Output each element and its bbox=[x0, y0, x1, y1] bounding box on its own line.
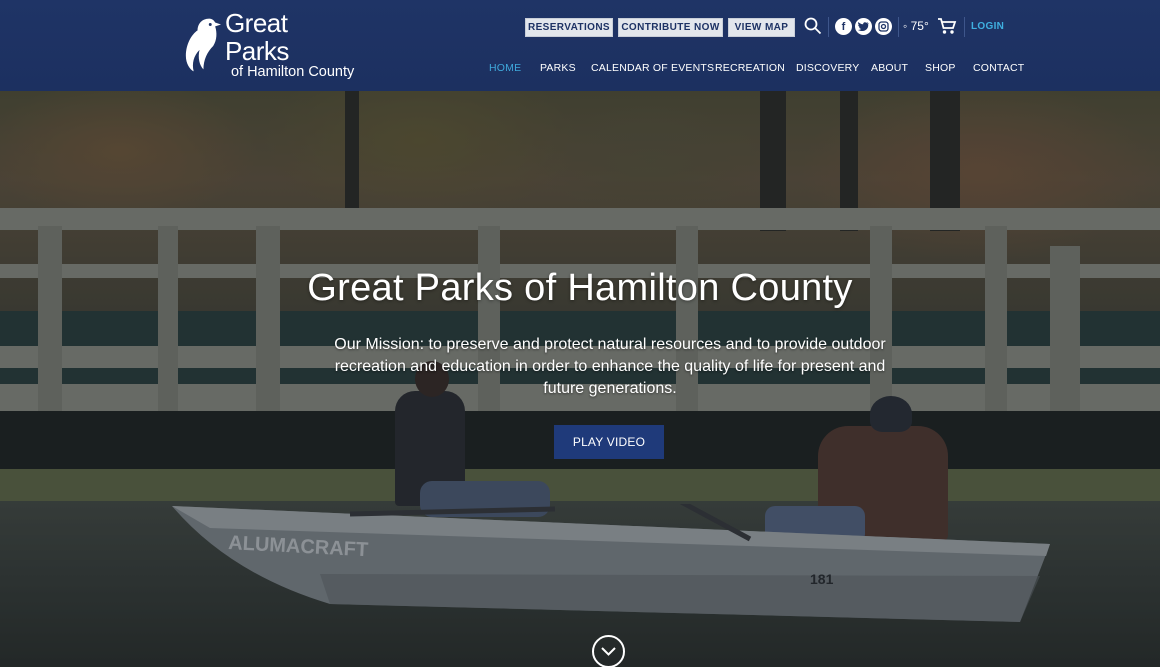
twitter-icon[interactable] bbox=[855, 18, 872, 35]
mission-statement: Our Mission: to preserve and protect nat… bbox=[334, 336, 886, 397]
nav-shop[interactable]: SHOP bbox=[925, 62, 956, 74]
nav-recreation[interactable]: RECREATION bbox=[715, 62, 785, 74]
site-logo[interactable]: Great Parks of Hamilton County bbox=[180, 7, 355, 79]
logo-subtitle: of Hamilton County bbox=[230, 63, 355, 80]
nav-about[interactable]: ABOUT bbox=[871, 62, 908, 74]
login-link[interactable]: LOGIN bbox=[971, 21, 1004, 32]
twitter-bird-icon bbox=[858, 22, 869, 31]
play-video-button[interactable]: PLAY VIDEO bbox=[554, 425, 664, 459]
hero-title: Great Parks of Hamilton County bbox=[307, 267, 853, 309]
utility-bar: RESERVATIONS CONTRIBUTE NOW VIEW MAP bbox=[525, 18, 800, 37]
shopping-cart-icon[interactable] bbox=[937, 17, 957, 35]
bird-logo-icon bbox=[185, 18, 222, 72]
site-header: Great Parks of Hamilton County RESERVATI… bbox=[0, 0, 1160, 91]
search-icon[interactable] bbox=[804, 17, 822, 35]
nav-calendar-of-events[interactable]: CALENDAR OF EVENTS bbox=[591, 62, 714, 74]
instagram-icon[interactable] bbox=[875, 18, 892, 35]
chevron-down-icon bbox=[601, 647, 616, 656]
instagram-glyph-icon bbox=[878, 21, 889, 32]
view-map-button[interactable]: VIEW MAP bbox=[728, 18, 795, 37]
weather-temperature: 75° bbox=[910, 19, 929, 33]
facebook-icon[interactable]: f bbox=[835, 18, 852, 35]
divider bbox=[828, 17, 829, 37]
nav-contact[interactable]: CONTACT bbox=[973, 62, 1024, 74]
reservations-button[interactable]: RESERVATIONS bbox=[525, 18, 613, 37]
contribute-now-button[interactable]: CONTRIBUTE NOW bbox=[618, 18, 723, 37]
hero-video-section: ALUMACRAFT 181 Great Parks of Hamilton C… bbox=[0, 91, 1160, 667]
nav-discovery[interactable]: DISCOVERY bbox=[796, 62, 859, 74]
logo-title: Great Parks bbox=[224, 7, 289, 66]
weather-readout: ◦ 75° bbox=[903, 19, 929, 33]
scroll-down-button[interactable] bbox=[592, 635, 625, 667]
nav-parks[interactable]: PARKS bbox=[540, 62, 576, 74]
weather-icon: ◦ bbox=[903, 19, 908, 33]
divider bbox=[964, 17, 965, 37]
divider bbox=[898, 17, 899, 37]
nav-home[interactable]: HOME bbox=[489, 62, 521, 74]
